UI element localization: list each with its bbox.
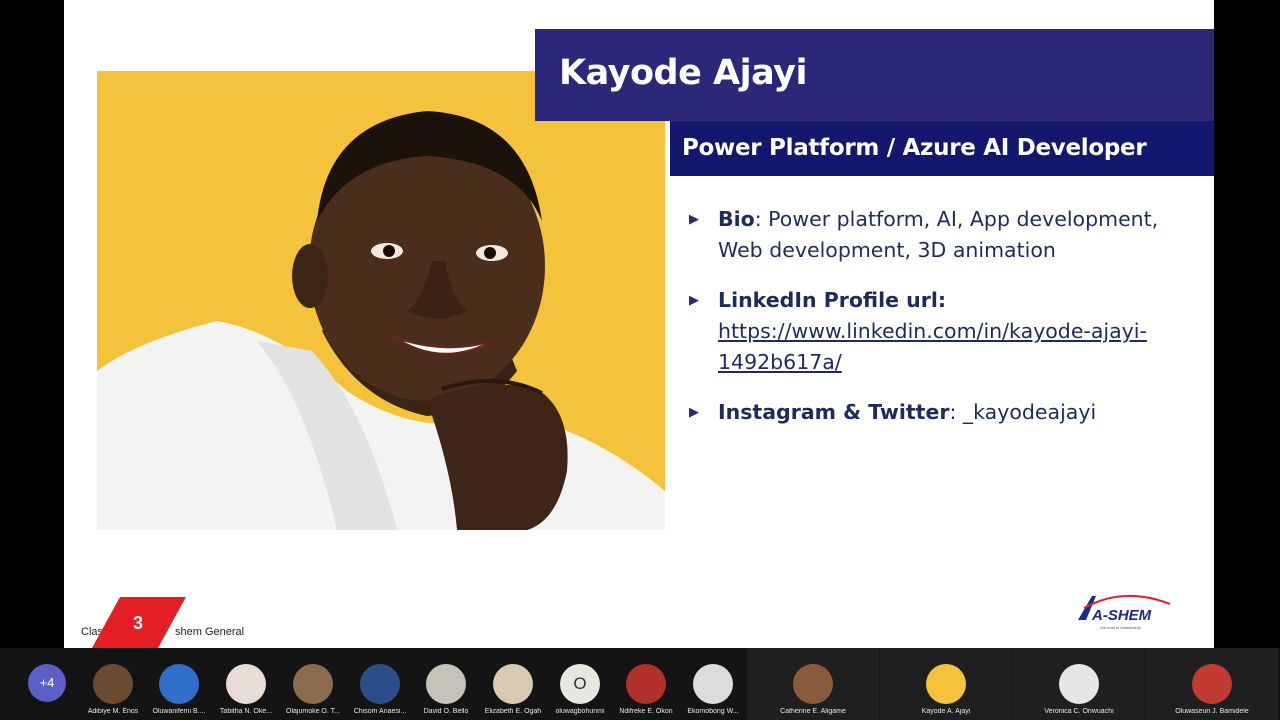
avatar (926, 664, 966, 704)
participant-name: Kayode A. Ajayi (921, 708, 971, 715)
participant-video-tile[interactable]: Oluwaseun J. Bamidele (1146, 648, 1278, 720)
triangle-right-icon: ▶ (689, 405, 699, 420)
subtitle-bar: Power Platform / Azure AI Developer (670, 121, 1214, 176)
triangle-right-icon: ▶ (689, 293, 699, 308)
logo-tagline: ... the trust in relationship (1096, 625, 1141, 630)
avatar (493, 664, 533, 704)
participant-name: Chisom Anaesi... (353, 708, 407, 715)
participant-tile[interactable]: Tabitha N. Oke... (213, 648, 279, 720)
bullet-text: : Power platform, AI, App development, W… (718, 207, 1159, 262)
avatar (159, 664, 199, 704)
avatar (426, 664, 466, 704)
participant-name: Ekomobong W... (687, 708, 739, 715)
participant-tile[interactable]: Adibiye M. Enos (80, 648, 146, 720)
participant-tile[interactable]: Chisom Anaesi... (347, 648, 413, 720)
avatar (293, 664, 333, 704)
participant-name: Adibiye M. Enos (87, 708, 139, 715)
participant-name: Olajumoke O. T... (286, 708, 340, 715)
slide-number: 3 (133, 613, 144, 633)
participant-name: Tabitha N. Oke... (219, 708, 273, 715)
bullet-label: LinkedIn Profile url: (718, 288, 947, 312)
bullet-text: : _kayodeajayi (949, 400, 1097, 424)
speaker-photo (97, 71, 665, 530)
title-bar: Kayode Ajayi (535, 29, 1214, 121)
participant-tile[interactable]: Olajumoke O. T... (280, 648, 346, 720)
avatar (360, 664, 400, 704)
avatar (626, 664, 666, 704)
bullet-social: ▶ Instagram & Twitter: _kayodeajayi (689, 397, 1209, 428)
participant-name: David O. Bello (423, 708, 469, 715)
participant-name: Elizabeth E. Ogah (484, 708, 542, 715)
participant-name: Catherine E. Aligame (780, 708, 846, 715)
participant-name: Ndifreke E. Okon (619, 708, 673, 715)
participant-tile[interactable]: David O. Bello (413, 648, 479, 720)
participant-name: oluwagbohunmi (555, 708, 605, 715)
logo-text: A-SHEM (1091, 607, 1152, 624)
linkedin-link[interactable]: https://www.linkedin.com/in/kayode-ajayi… (718, 316, 1209, 378)
avatar (693, 664, 733, 704)
bullet-list: ▶ Bio: Power platform, AI, App developme… (689, 204, 1209, 447)
participant-tile[interactable]: Ekomobong W... (680, 648, 746, 720)
bullet-label: Bio (718, 207, 755, 231)
participant-tile[interactable]: Elizabeth E. Ogah (480, 648, 546, 720)
presentation-slide: Kayode Ajayi Power Platform / Azure AI D… (64, 0, 1214, 648)
avatar (93, 664, 133, 704)
triangle-right-icon: ▶ (689, 212, 699, 227)
participant-tile[interactable]: Oluwanifemi B.... (146, 648, 212, 720)
participant-tile[interactable]: Ndifreke E. Okon (613, 648, 679, 720)
participant-name: Oluwanifemi B.... (152, 708, 206, 715)
avatar (226, 664, 266, 704)
speaker-name: Kayode Ajayi (559, 53, 807, 93)
more-participants-button[interactable]: +4 (28, 664, 66, 702)
participant-name: Oluwaseun J. Bamidele (1175, 708, 1249, 715)
company-logo: A-SHEM ... the trust in relationship (1078, 595, 1171, 630)
bullet-label: Instagram & Twitter (718, 400, 950, 424)
avatar (1192, 664, 1232, 704)
participant-tile[interactable]: O oluwagbohunmi (547, 648, 613, 720)
avatar (793, 664, 833, 704)
speaker-role: Power Platform / Azure AI Developer (682, 135, 1147, 161)
bullet-linkedin: ▶ LinkedIn Profile url: https://www.link… (689, 285, 1209, 378)
participant-video-tile[interactable]: Kayode A. Ajayi (880, 648, 1012, 720)
bullet-bio: ▶ Bio: Power platform, AI, App developme… (689, 204, 1209, 266)
participant-video-tile[interactable]: Veronica C. Onwuachi (1013, 648, 1145, 720)
participant-name: Veronica C. Onwuachi (1044, 708, 1114, 715)
avatar (1059, 664, 1099, 704)
participant-video-tile[interactable]: Catherine E. Aligame (747, 648, 879, 720)
avatar: O (560, 664, 600, 704)
